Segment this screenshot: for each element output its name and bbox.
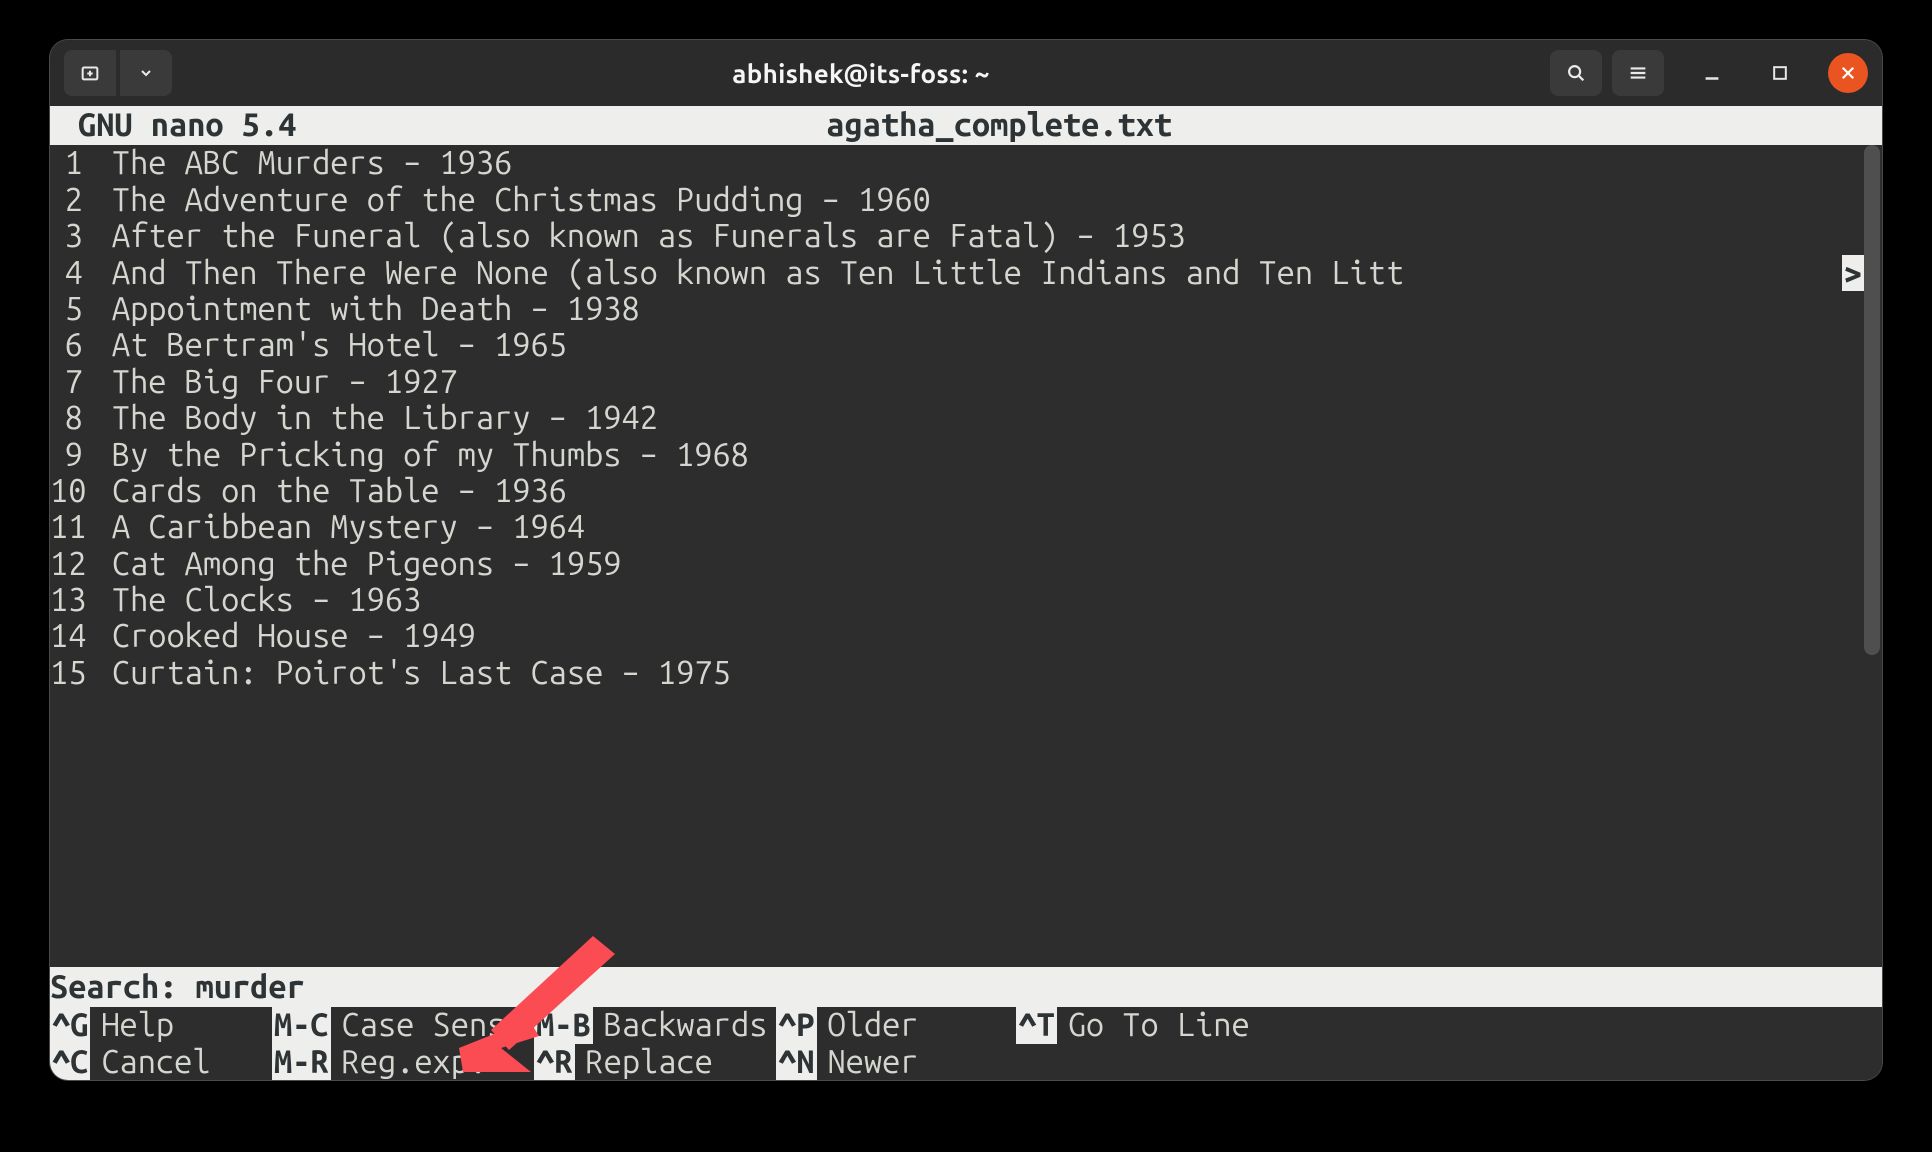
- shortcut-key: ^R: [534, 1044, 574, 1080]
- nano-shortcut-strip: ^GHelpM-CCase SensM-BBackwards^POlder^TG…: [50, 1007, 1882, 1080]
- line-number: 1: [50, 145, 94, 181]
- editor-line[interactable]: 12 Cat Among the Pigeons – 1959: [50, 546, 1864, 582]
- shortcut-item[interactable]: ^GHelp: [50, 1007, 272, 1043]
- line-text: Curtain: Poirot's Last Case – 1975: [94, 655, 1864, 691]
- line-number: 5: [50, 291, 94, 327]
- shortcut-key: ^T: [1016, 1007, 1056, 1043]
- line-text: By the Pricking of my Thumbs – 1968: [94, 437, 1864, 473]
- shortcut-key: M-C: [272, 1007, 331, 1043]
- editor-line[interactable]: 13 The Clocks – 1963: [50, 582, 1864, 618]
- line-number: 10: [50, 473, 94, 509]
- shortcut-key: ^N: [776, 1044, 816, 1080]
- nano-filename: agatha_complete.txt: [296, 107, 1882, 143]
- line-text: The Clocks – 1963: [94, 582, 1864, 618]
- shortcut-label: Replace: [575, 1044, 713, 1080]
- line-number: 11: [50, 509, 94, 545]
- shortcut-item[interactable]: ^POlder: [776, 1007, 1016, 1043]
- maximize-button[interactable]: [1760, 53, 1800, 93]
- line-text: A Caribbean Mystery – 1964: [94, 509, 1864, 545]
- shortcut-label: Help: [90, 1007, 174, 1043]
- editor-line[interactable]: 7 The Big Four – 1927: [50, 364, 1864, 400]
- line-text: The Adventure of the Christmas Pudding –…: [94, 182, 1864, 218]
- line-text: After the Funeral (also known as Funeral…: [94, 218, 1864, 254]
- search-label: Search:: [50, 969, 196, 1005]
- editor-line[interactable]: 4 And Then There Were None (also known a…: [50, 255, 1864, 291]
- line-number: 13: [50, 582, 94, 618]
- line-text: Crooked House – 1949: [94, 618, 1864, 654]
- line-number: 3: [50, 218, 94, 254]
- shortcut-key: ^C: [50, 1044, 90, 1080]
- shortcut-row-1: ^GHelpM-CCase SensM-BBackwards^POlder^TG…: [50, 1007, 1882, 1043]
- shortcut-label: Case Sens: [331, 1007, 506, 1043]
- nano-title-bar: GNU nano 5.4 agatha_complete.txt: [50, 106, 1882, 145]
- search-input-value[interactable]: murder: [196, 969, 305, 1005]
- close-button[interactable]: [1828, 53, 1868, 93]
- editor-line[interactable]: 3 After the Funeral (also known as Funer…: [50, 218, 1864, 254]
- shortcut-item[interactable]: ^NNewer: [776, 1044, 1016, 1080]
- shortcut-key: M-R: [272, 1044, 331, 1080]
- editor-line[interactable]: 1 The ABC Murders – 1936: [50, 145, 1864, 181]
- editor-line[interactable]: 6 At Bertram's Hotel – 1965: [50, 327, 1864, 363]
- shortcut-label: Backwards: [593, 1007, 768, 1043]
- shortcut-item[interactable]: M-BBackwards: [534, 1007, 776, 1043]
- shortcut-label: Newer: [817, 1044, 919, 1080]
- line-text: And Then There Were None (also known as …: [94, 255, 1842, 291]
- line-text: At Bertram's Hotel – 1965: [94, 327, 1864, 363]
- editor-line[interactable]: 2 The Adventure of the Christmas Pudding…: [50, 182, 1864, 218]
- line-number: 8: [50, 400, 94, 436]
- shortcut-key: ^G: [50, 1007, 90, 1043]
- editor-content[interactable]: 1 The ABC Murders – 19362 The Adventure …: [50, 145, 1882, 966]
- window-titlebar: abhishek@its-foss: ~: [50, 40, 1882, 106]
- minimize-button[interactable]: [1692, 53, 1732, 93]
- line-number: 2: [50, 182, 94, 218]
- new-tab-button[interactable]: [64, 50, 116, 96]
- terminal-window: abhishek@its-foss: ~: [50, 40, 1882, 1080]
- shortcut-row-2: ^CCancelM-RReg.exp.^RReplace^NNewer: [50, 1044, 1882, 1080]
- line-number: 15: [50, 655, 94, 691]
- line-text: Cards on the Table – 1936: [94, 473, 1864, 509]
- line-text: Appointment with Death – 1938: [94, 291, 1864, 327]
- editor-line[interactable]: 8 The Body in the Library – 1942: [50, 400, 1864, 436]
- editor-line[interactable]: 14 Crooked House – 1949: [50, 618, 1864, 654]
- titlebar-right-controls: [1550, 50, 1868, 96]
- titlebar-left-controls: [64, 50, 172, 96]
- line-number: 9: [50, 437, 94, 473]
- line-number: 12: [50, 546, 94, 582]
- editor-line[interactable]: 10 Cards on the Table – 1936: [50, 473, 1864, 509]
- nano-version: GNU nano 5.4: [50, 107, 296, 143]
- line-text: The Big Four – 1927: [94, 364, 1864, 400]
- line-number: 14: [50, 618, 94, 654]
- shortcut-key: ^P: [776, 1007, 816, 1043]
- shortcut-item[interactable]: M-RReg.exp.: [272, 1044, 534, 1080]
- editor-line[interactable]: 11 A Caribbean Mystery – 1964: [50, 509, 1864, 545]
- line-text: The Body in the Library – 1942: [94, 400, 1864, 436]
- line-text: The ABC Murders – 1936: [94, 145, 1864, 181]
- new-tab-dropdown[interactable]: [120, 50, 172, 96]
- line-text: Cat Among the Pigeons – 1959: [94, 546, 1864, 582]
- search-button[interactable]: [1550, 50, 1602, 96]
- line-number: 7: [50, 364, 94, 400]
- scrollbar-thumb[interactable]: [1864, 145, 1880, 654]
- shortcut-item[interactable]: ^RReplace: [534, 1044, 776, 1080]
- hamburger-menu-button[interactable]: [1612, 50, 1664, 96]
- shortcut-item[interactable]: ^TGo To Line: [1016, 1007, 1271, 1043]
- shortcut-label: Cancel: [90, 1044, 210, 1080]
- editor-line[interactable]: 5 Appointment with Death – 1938: [50, 291, 1864, 327]
- shortcut-label: Go To Line: [1057, 1007, 1250, 1043]
- shortcut-label: Reg.exp.: [331, 1044, 488, 1080]
- line-number: 6: [50, 327, 94, 363]
- window-title: abhishek@its-foss: ~: [172, 59, 1550, 88]
- shortcut-item[interactable]: M-CCase Sens: [272, 1007, 534, 1043]
- line-number: 4: [50, 255, 94, 291]
- terminal-body[interactable]: GNU nano 5.4 agatha_complete.txt 1 The A…: [50, 106, 1882, 1080]
- nano-search-bar[interactable]: Search: murder: [50, 967, 1882, 1007]
- editor-line[interactable]: 15 Curtain: Poirot's Last Case – 1975: [50, 655, 1864, 691]
- shortcut-item[interactable]: ^CCancel: [50, 1044, 272, 1080]
- editor-line[interactable]: 9 By the Pricking of my Thumbs – 1968: [50, 437, 1864, 473]
- shortcut-key: M-B: [534, 1007, 593, 1043]
- shortcut-label: Older: [817, 1007, 919, 1043]
- line-truncate-marker: >: [1842, 255, 1864, 291]
